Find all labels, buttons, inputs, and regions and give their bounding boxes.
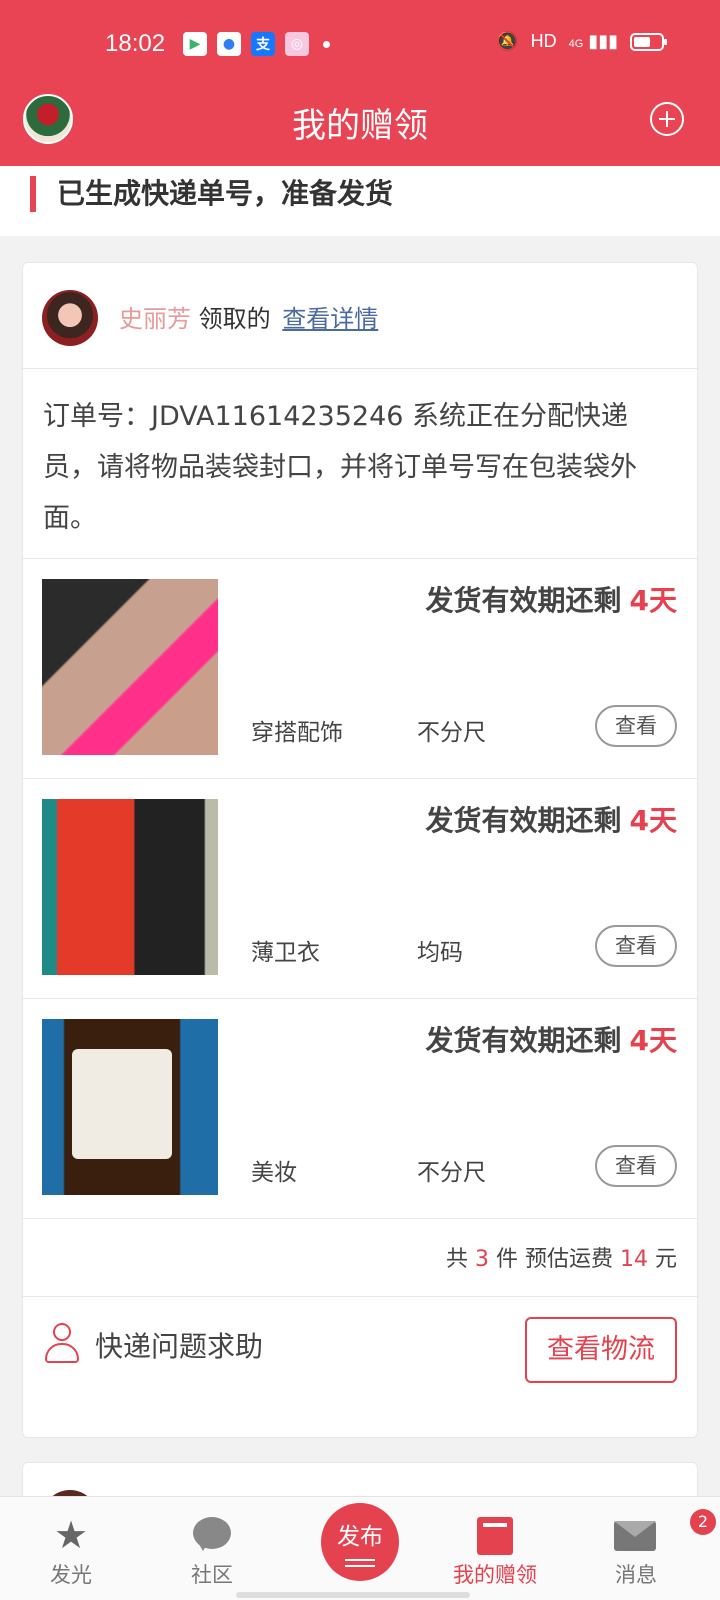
status-bar: 18:02 ▶ ● 支 ◎ 🔕 HD 4G ▮▮▮ [0,0,720,88]
order-info-section: 订单号：JDVA11614235246 系统正在分配快递员，请将物品装袋封口，并… [23,369,697,559]
claimer-name[interactable]: 史丽芳 [119,305,191,333]
list-item: 发货有效期还剩 4天 穿搭配饰 不分尺 查看 [23,559,697,779]
claimed-text: 领取的 [198,305,271,333]
section-accent-bar [30,176,36,212]
claim-line: 史丽芳 领取的 查看详情 [119,299,378,334]
star-icon: ★ [53,1513,89,1557]
expiry-label: 发货有效期还剩 [425,584,622,617]
item-count: 3 [474,1247,489,1272]
order-summary: 共 3 件 预估运费 14 元 [23,1219,697,1297]
publish-line-icon [345,1565,375,1567]
message-badge: 2 [690,1509,716,1535]
expiry-days: 4天 [629,804,677,837]
expiry-text: 发货有效期还剩 4天 [426,579,678,619]
expiry-text: 发货有效期还剩 4天 [426,799,678,839]
alipay-icon: 支 [251,32,275,56]
mute-icon: 🔕 [496,31,519,51]
fee-unit: 元 [654,1247,677,1272]
home-indicator[interactable] [236,1592,470,1598]
view-logistics-button[interactable]: 查看物流 [525,1317,677,1383]
item-size: 不分尺 [417,1160,486,1186]
expiry-label: 发货有效期还剩 [425,804,622,837]
view-item-button[interactable]: 查看 [595,705,677,747]
add-icon[interactable] [650,102,684,136]
order-message: 订单号：JDVA11614235246 系统正在分配快递员，请将物品装袋封口，并… [43,401,637,534]
gift-book-icon [477,1517,513,1555]
claimer-avatar[interactable] [42,290,98,346]
expiry-label: 发货有效期还剩 [425,1024,622,1057]
tab-label: 发光 [50,1563,92,1587]
item-size: 均码 [417,940,463,966]
order-card: 史丽芳 领取的 查看详情 订单号：JDVA11614235246 系统正在分配快… [22,262,698,1438]
expiry-text: 发货有效期还剩 4天 [426,1019,678,1059]
network-label: HD [530,31,557,51]
view-details-link[interactable]: 查看详情 [282,305,378,333]
summary-prefix: 共 [445,1247,468,1272]
bottom-tab-bar: ★ 发光 社区 发布 我的赠领 2 消息 [0,1496,720,1600]
summary-text: 共 3 件 预估运费 14 元 [446,1241,677,1273]
mail-icon: 2 [614,1509,716,1551]
item-category: 薄卫衣 [251,940,320,966]
tab-glow[interactable]: ★ 发光 [11,1497,131,1600]
card-actions: 快递问题求助 查看物流 [23,1297,697,1437]
person-icon [45,1323,79,1363]
shipping-help-link[interactable]: 快递问题求助 [95,1325,263,1365]
section-title: 已生成快递单号，准备发货 [57,177,394,210]
publish-button[interactable]: 发布 [321,1503,399,1581]
camera-app-icon: ◎ [285,32,309,56]
publish-line-icon [345,1559,375,1561]
tab-my-gifts[interactable]: 我的赠领 [435,1497,555,1600]
video-app-icon: ▶ [183,32,207,56]
battery-icon [630,32,667,51]
page-title: 我的赠领 [292,106,428,146]
item-category: 穿搭配饰 [251,720,343,746]
tab-label: 我的赠领 [453,1563,537,1587]
item-category: 美妆 [251,1160,297,1186]
more-notifications-icon [323,41,330,48]
summary-count-unit: 件 预估运费 [495,1247,613,1272]
browser-app-icon: ● [217,32,241,56]
expiry-days: 4天 [629,1024,677,1057]
view-item-button[interactable]: 查看 [595,925,677,967]
tab-community[interactable]: 社区 [152,1497,272,1600]
item-size: 不分尺 [417,720,486,746]
tab-messages[interactable]: 2 消息 [576,1497,716,1600]
list-item: 发货有效期还剩 4天 美妆 不分尺 查看 [23,999,697,1219]
signal-icon: 4G ▮▮▮ [568,31,618,51]
tab-label: 消息 [615,1563,657,1587]
notification-icons: ▶ ● 支 ◎ [183,32,330,56]
expiry-days: 4天 [629,584,677,617]
card-header: 史丽芳 领取的 查看详情 [23,263,697,369]
publish-label: 发布 [337,1524,383,1550]
system-status: 🔕 HD 4G ▮▮▮ [496,31,667,52]
chat-bubble-icon [193,1517,231,1551]
list-item: 发货有效期还剩 4天 薄卫衣 均码 查看 [23,779,697,999]
item-thumbnail[interactable] [42,799,218,975]
view-item-button[interactable]: 查看 [595,1145,677,1187]
item-thumbnail[interactable] [42,579,218,755]
section-heading: 已生成快递单号，准备发货 [0,166,720,236]
app-header: 18:02 ▶ ● 支 ◎ 🔕 HD 4G ▮▮▮ 我的赠领 [0,0,720,166]
tab-label: 社区 [191,1563,233,1587]
item-thumbnail[interactable] [42,1019,218,1195]
status-time: 18:02 [105,30,166,57]
shipping-fee: 14 [619,1247,648,1272]
